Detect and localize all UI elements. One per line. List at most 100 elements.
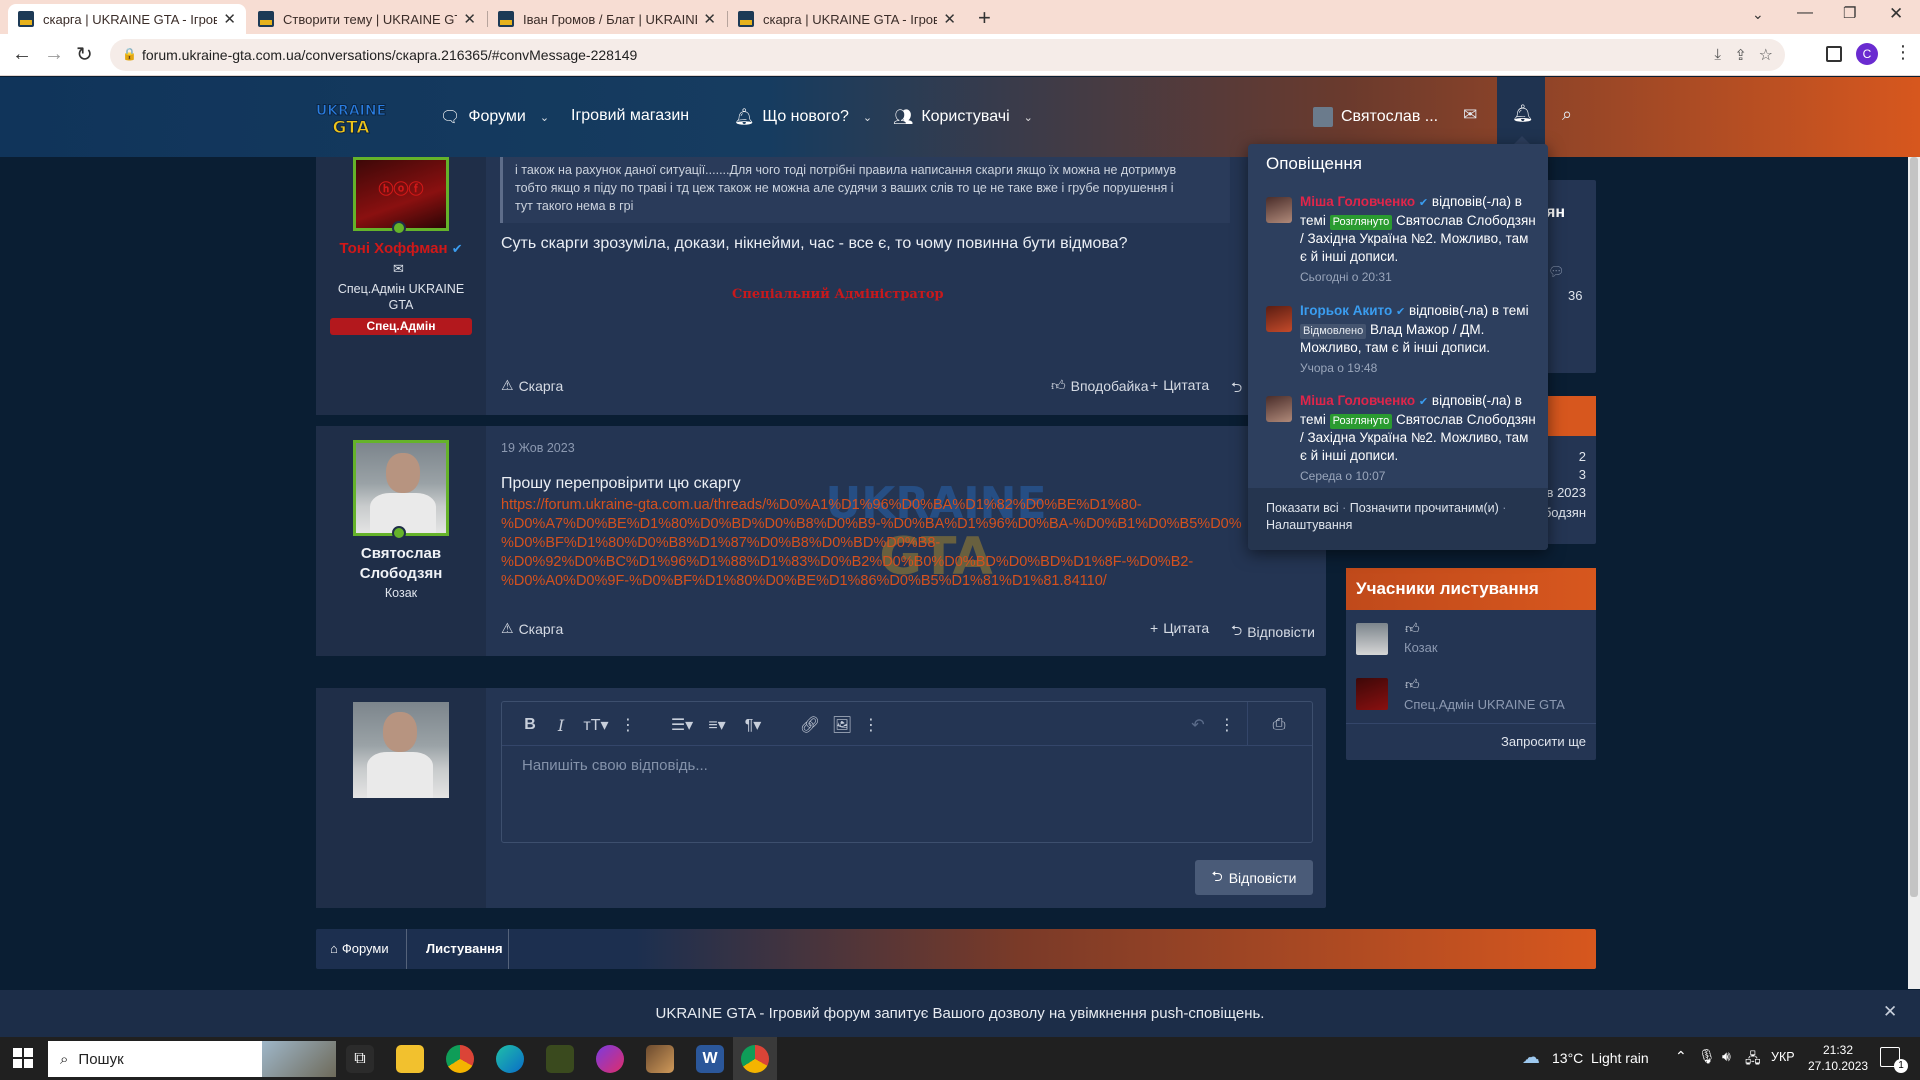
breadcrumb-item-conversations[interactable]: Листування — [426, 941, 503, 956]
browser-tab[interactable]: Іван Громов / Блат | UKRAINE G ✕ — [488, 4, 726, 34]
nav-forums[interactable]: 🗨 Форуми ⌄ — [440, 107, 549, 127]
more-options-icon[interactable]: ⋮ — [1215, 714, 1239, 736]
close-tab-icon[interactable]: ✕ — [943, 10, 956, 28]
author-avatar[interactable]: ⓗⓞⓕ — [353, 157, 449, 231]
windows-start-icon[interactable] — [12, 1047, 34, 1069]
mark-read-link[interactable]: Позначити прочитаним(и) — [1350, 501, 1499, 515]
browser-tab[interactable]: Створити тему | UKRAINE GTA - ✕ — [248, 4, 486, 34]
editor-avatar-column — [316, 688, 486, 908]
quote-button[interactable]: + Цитата — [1150, 620, 1209, 636]
participant-avatar[interactable] — [1356, 678, 1388, 710]
address-input[interactable]: 🔒 forum.ukraine-gta.com.ua/conversations… — [110, 39, 1785, 71]
close-window-icon[interactable]: ✕ — [1889, 4, 1903, 24]
message-icon[interactable]: ✉ — [393, 261, 404, 277]
reply-button[interactable]: ⮌ Відповісти — [1231, 620, 1315, 644]
chevron-down-icon[interactable]: ⌄ — [863, 111, 872, 124]
install-icon[interactable]: ⤓ — [1714, 46, 1721, 63]
chrome-icon[interactable] — [741, 1045, 769, 1073]
game-app-icon[interactable] — [646, 1045, 674, 1073]
notification-item[interactable]: Міша Головченко ✔ відповів(-ла) в темі Р… — [1248, 193, 1548, 286]
close-tab-icon[interactable]: ✕ — [703, 10, 716, 28]
game-launcher-icon[interactable] — [546, 1045, 574, 1073]
taskbar-search-input[interactable]: ⌕ Пошук — [48, 1041, 336, 1077]
align-icon[interactable]: ≡▾ — [702, 714, 732, 736]
chrome-icon[interactable] — [446, 1045, 474, 1073]
weather-text[interactable]: 13°C Light rain — [1552, 1050, 1649, 1066]
author-name[interactable]: Тоні Хоффман ✔ — [316, 240, 486, 257]
chevron-down-icon[interactable]: ⌄ — [1024, 111, 1033, 124]
push-permission-text[interactable]: UKRAINE GTA - Ігровий форум запитує Вашо… — [0, 1005, 1920, 1022]
more-options-icon[interactable]: ⋮ — [859, 714, 883, 736]
tab-search-chevron-icon[interactable]: ⌄ — [1752, 6, 1764, 23]
italic-icon[interactable]: I — [549, 714, 573, 736]
browser-tab[interactable]: скарга | UKRAINE GTA - Ігровий ✕ — [8, 4, 246, 34]
reload-icon[interactable]: ↻ — [76, 42, 93, 67]
quote-block: і також на рахунок даної ситуації.......… — [500, 157, 1230, 223]
post-date[interactable]: 19 Жов 2023 — [501, 441, 575, 455]
tray-chevron-icon[interactable]: ⌃ — [1675, 1048, 1687, 1065]
bookmark-star-icon[interactable]: ☆ — [1759, 45, 1773, 65]
close-tab-icon[interactable]: ✕ — [223, 10, 236, 28]
report-button[interactable]: ⚠ Скарга — [501, 377, 563, 394]
site-logo[interactable]: UKRAINE GTA — [310, 99, 392, 138]
volume-icon[interactable]: 🔊︎ — [1722, 1048, 1731, 1065]
edge-icon[interactable] — [496, 1045, 524, 1073]
image-icon[interactable]: 🖼︎ — [830, 714, 854, 736]
search-icon[interactable]: ⌕ — [1562, 104, 1572, 125]
share-icon[interactable]: ⇪ — [1734, 46, 1747, 64]
settings-link[interactable]: Налаштування — [1266, 518, 1352, 532]
undo-icon[interactable]: ↶ — [1186, 714, 1210, 736]
reply-input[interactable]: Напишіть свою відповідь... — [522, 757, 708, 774]
clock[interactable]: 21:32 27.10.2023 — [1808, 1042, 1868, 1074]
network-icon[interactable]: 🖧 — [1745, 1048, 1761, 1072]
nav-whats-new[interactable]: 🔔︎ Що нового? ⌄ — [734, 107, 872, 127]
submit-reply-button[interactable]: ⮌ Відповісти — [1195, 860, 1313, 895]
close-tab-icon[interactable]: ✕ — [463, 10, 476, 28]
browser-menu-icon[interactable]: ⋮ — [1894, 42, 1912, 63]
restore-icon[interactable]: ❐ — [1843, 4, 1856, 22]
profile-avatar[interactable]: C — [1856, 43, 1878, 65]
chevron-down-icon[interactable]: ⌄ — [540, 111, 549, 124]
task-view-icon[interactable]: ⧉ — [346, 1045, 374, 1073]
post-link[interactable]: https://forum.ukraine-gta.com.ua/threads… — [501, 496, 1301, 591]
scrollbar-thumb[interactable] — [1910, 157, 1918, 897]
minimize-icon[interactable]: — — [1797, 4, 1813, 22]
microphone-icon[interactable]: 🎙︎ — [1698, 1048, 1716, 1065]
rich-text-editor[interactable]: B I тТ▾ ⋮ ☰▾ ≡▾ ¶▾ 🔗︎ 🖼︎ ⋮ ↶ ⋮ ⎙ Напишіт… — [501, 701, 1313, 843]
show-all-link[interactable]: Показати всі — [1266, 501, 1339, 515]
link-icon[interactable]: 🔗︎ — [798, 714, 822, 736]
bold-icon[interactable]: B — [518, 714, 542, 736]
report-button[interactable]: ⚠ Скарга — [501, 620, 563, 637]
search-icon: ⌕ — [60, 1050, 69, 1068]
notification-item[interactable]: Міша Головченко ✔ відповів(-ла) в темі Р… — [1248, 392, 1548, 485]
word-icon[interactable]: W — [696, 1045, 724, 1073]
notification-item[interactable]: Ігорьок Акито ✔ відповів(-ла) в темі Від… — [1248, 302, 1548, 377]
preview-icon[interactable]: ⎙ — [1267, 714, 1291, 736]
forward-icon[interactable]: → — [44, 43, 64, 66]
sidepanel-icon[interactable] — [1826, 46, 1842, 62]
quote-button[interactable]: + Цитата — [1150, 377, 1209, 393]
new-tab-icon[interactable]: + — [978, 5, 991, 31]
account-menu[interactable]: Святослав ... — [1313, 107, 1438, 127]
nav-users[interactable]: 👥︎ Користувачі ⌄ — [893, 107, 1033, 127]
file-explorer-icon[interactable] — [396, 1045, 424, 1073]
browser-tab[interactable]: скарга | UKRAINE GTA - Ігровий ✕ — [728, 4, 966, 34]
author-name[interactable]: Святослав Слободзян — [326, 544, 476, 584]
paragraph-icon[interactable]: ¶▾ — [738, 714, 768, 736]
text-size-icon[interactable]: тТ▾ — [579, 714, 613, 736]
list-icon[interactable]: ☰▾ — [667, 714, 697, 736]
nav-game-store[interactable]: Ігровий магазин — [571, 107, 689, 125]
more-options-icon[interactable]: ⋮ — [616, 714, 640, 736]
weather-icon[interactable]: ☁ — [1522, 1047, 1540, 1068]
invite-more-link[interactable]: Запросити ще — [1501, 734, 1586, 749]
chat-app-icon[interactable] — [596, 1045, 624, 1073]
breadcrumb-item-forums[interactable]: ⌂ Форуми — [330, 941, 389, 956]
back-icon[interactable]: ← — [12, 43, 32, 66]
inbox-icon[interactable]: ✉ — [1463, 105, 1477, 125]
close-icon[interactable]: ✕ — [1883, 1002, 1897, 1022]
like-button[interactable]: 👍︎ Вподобайка — [1051, 377, 1149, 394]
author-avatar[interactable] — [353, 440, 449, 536]
participant-avatar[interactable] — [1356, 623, 1388, 655]
page-scrollbar[interactable] — [1908, 157, 1920, 989]
language-indicator[interactable]: УКР — [1771, 1050, 1795, 1064]
